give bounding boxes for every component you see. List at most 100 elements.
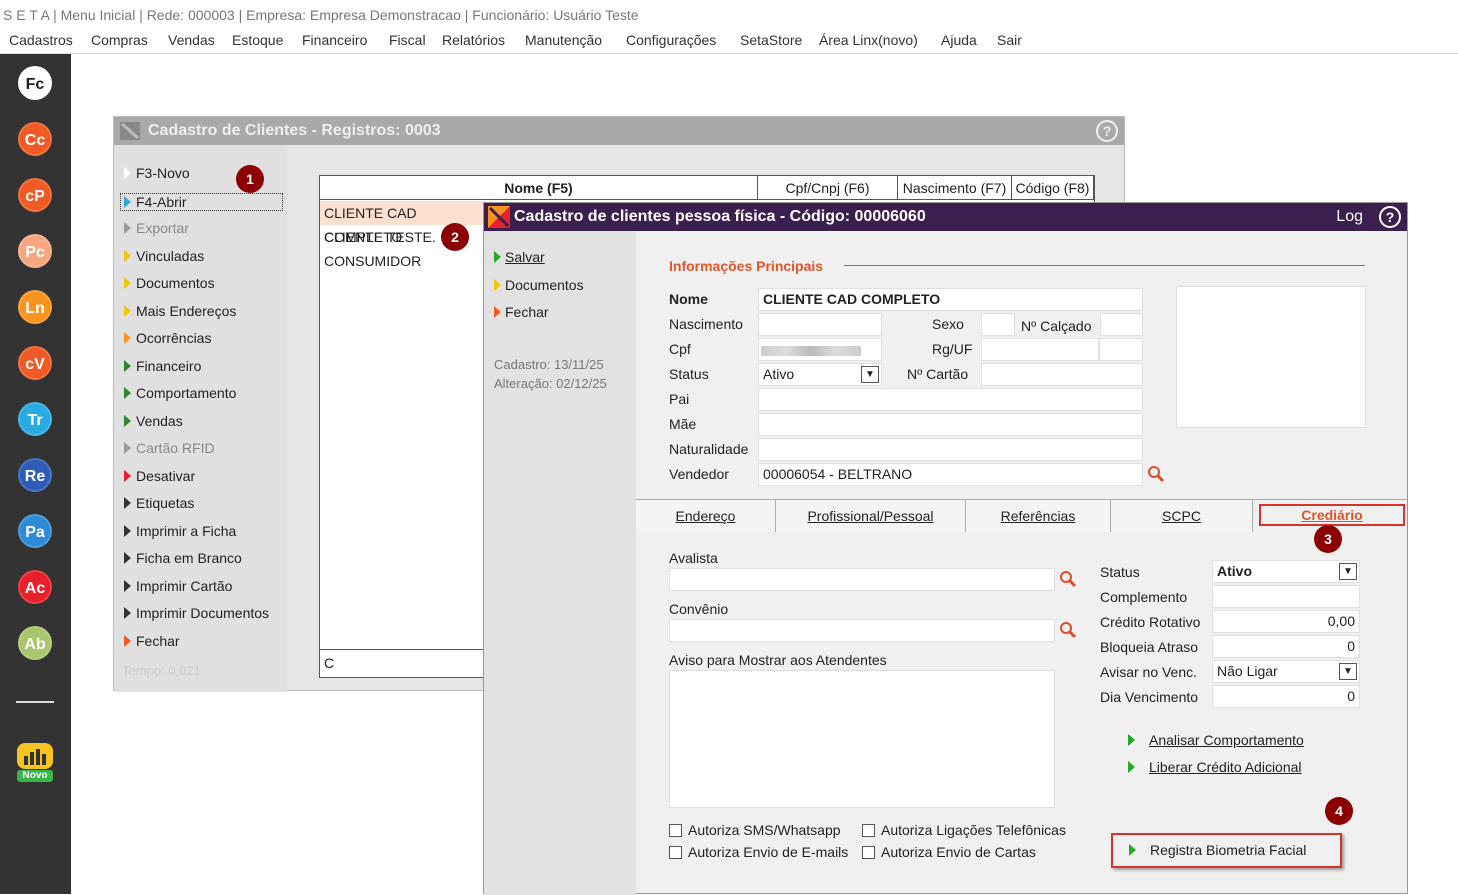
tab-referencias[interactable]: Referências [966,500,1111,532]
sidebar-item-f3-novo[interactable]: F3-Novo [124,165,190,181]
avisar-select[interactable]: Não Ligar ▼ [1212,660,1360,683]
calcado-field[interactable] [1100,313,1143,336]
sidebar-item-imprimir-a-ficha[interactable]: Imprimir a Ficha [124,523,236,539]
sidebar-item-desativar[interactable]: Desativar [124,468,195,484]
col-cpf[interactable]: Cpf/Cnpj (F6) [758,176,898,200]
help-icon[interactable]: ? [1096,120,1118,142]
app-icon-ab[interactable]: Ab [18,626,52,660]
menu-financeiro[interactable]: Financeiro [302,32,367,48]
sidebar-item-imprimir-documentos[interactable]: Imprimir Documentos [124,605,269,621]
photo-box[interactable] [1176,286,1366,428]
analisar-link[interactable]: Analisar Comportamento [1128,732,1304,748]
nome-field[interactable]: CLIENTE CAD COMPLETO [758,288,1143,311]
menu-area-linx[interactable]: Área Linx(novo) [819,32,918,48]
app-icon-fc[interactable]: Fc [18,66,52,100]
sexo-field[interactable] [981,313,1015,336]
cred-status-select[interactable]: Ativo ▼ [1212,560,1360,583]
credito-field[interactable]: 0,00 [1212,610,1360,633]
search-input[interactable]: C [320,649,485,676]
mae-field[interactable] [758,413,1143,436]
checkbox-icon[interactable] [669,846,682,859]
sidebar-item-imprimir-cart-o[interactable]: Imprimir Cartão [124,578,232,594]
col-codigo[interactable]: Código (F8) [1012,176,1094,200]
dia-field[interactable]: 0 [1212,685,1360,708]
cartao-field[interactable] [981,363,1143,386]
naturalidade-field[interactable] [758,438,1143,461]
rg-field[interactable] [981,338,1099,361]
sidebar-item-vinculadas[interactable]: Vinculadas [124,248,204,264]
fechar-action[interactable]: Fechar [494,304,549,320]
search-icon[interactable] [1059,621,1077,639]
log-button[interactable]: Log [1336,203,1363,231]
tab-scpc[interactable]: SCPC [1111,500,1253,532]
menu-estoque[interactable]: Estoque [232,32,283,48]
search-icon[interactable] [1147,465,1165,483]
table-row[interactable]: CLIENTE CAD COMPLETO [320,201,485,245]
sidebar-item-mais-endere-os[interactable]: Mais Endereços [124,303,236,319]
help-icon[interactable]: ? [1379,206,1401,228]
menu-setastore[interactable]: SetaStore [740,32,802,48]
chevron-down-icon[interactable]: ▼ [1339,563,1357,580]
vendedor-field[interactable]: 00006054 - BELTRANO [758,463,1143,486]
aviso-textarea[interactable] [669,670,1055,808]
menu-manutencao[interactable]: Manutenção [525,32,602,48]
app-icon-pa[interactable]: Pa [18,514,52,548]
app-icon-re[interactable]: Re [18,458,52,492]
app-icon-tr[interactable]: Tr [18,402,52,436]
sidebar-item-vendas[interactable]: Vendas [124,413,183,429]
chevron-down-icon[interactable]: ▼ [861,366,879,383]
nascimento-field[interactable] [758,313,882,336]
menu-relatorios[interactable]: Relatórios [442,32,505,48]
checkbox-icon[interactable] [862,846,875,859]
sms-checkbox[interactable]: Autoriza SMS/Whatsapp [669,822,841,838]
ligacoes-checkbox[interactable]: Autoriza Ligações Telefônicas [862,822,1066,838]
sidebar-item-documentos[interactable]: Documentos [124,275,215,291]
pai-field[interactable] [758,388,1143,411]
sidebar-item-f4-abrir[interactable]: F4-Abrir [120,193,283,211]
biometria-button[interactable]: Registra Biometria Facial [1111,833,1342,868]
convenio-field[interactable] [669,619,1055,642]
menu-fiscal[interactable]: Fiscal [389,32,426,48]
col-nome[interactable]: Nome (F5) [320,176,758,200]
cartas-checkbox[interactable]: Autoriza Envio de Cartas [862,844,1036,860]
menu-cadastros[interactable]: Cadastros [9,32,73,48]
col-nascimento[interactable]: Nascimento (F7) [898,176,1012,200]
sidebar-item-ficha-em-branco[interactable]: Ficha em Branco [124,550,242,566]
uf-field[interactable] [1099,338,1143,361]
app-icon-pc[interactable]: Pc [18,234,52,268]
app-icon-cc[interactable]: Cc [18,122,52,156]
sidebar-item-etiquetas[interactable]: Etiquetas [124,495,194,511]
sidebar-item-cart-o-rfid[interactable]: Cartão RFID [124,440,215,456]
tab-profissional[interactable]: Profissional/Pessoal [776,500,966,532]
sidebar-item-financeiro[interactable]: Financeiro [124,358,201,374]
salvar-action[interactable]: Salvar [494,249,545,265]
liberar-link[interactable]: Liberar Crédito Adicional [1128,759,1302,775]
chevron-down-icon[interactable]: ▼ [1339,663,1357,680]
complemento-field[interactable] [1212,585,1360,608]
sidebar-item-comportamento[interactable]: Comportamento [124,385,236,401]
app-icon-ln[interactable]: Ln [18,290,52,324]
search-icon[interactable] [1059,570,1077,588]
menu-compras[interactable]: Compras [91,32,148,48]
sidebar-item-exportar[interactable]: Exportar [124,220,189,236]
documentos-action[interactable]: Documentos [494,277,584,293]
avalista-field[interactable] [669,568,1055,591]
menu-vendas[interactable]: Vendas [168,32,215,48]
app-icon-cv[interactable]: cV [18,346,52,380]
menu-configuracoes[interactable]: Configurações [626,32,716,48]
app-icon-ac[interactable]: Ac [18,570,52,604]
checkbox-icon[interactable] [669,824,682,837]
cpf-field[interactable] [758,338,882,361]
checkbox-icon[interactable] [862,824,875,837]
sidebar-item-fechar[interactable]: Fechar [124,633,180,649]
menu-sair[interactable]: Sair [997,32,1022,48]
app-icon-cp[interactable]: cP [18,178,52,212]
emails-checkbox[interactable]: Autoriza Envio de E-mails [669,844,848,860]
status-select[interactable]: Ativo ▼ [758,363,882,386]
tab-endereco[interactable]: Endereço [636,500,776,532]
menu-ajuda[interactable]: Ajuda [941,32,977,48]
bloqueia-field[interactable]: 0 [1212,635,1360,658]
sidebar-item-ocorr-ncias[interactable]: Ocorrências [124,330,211,346]
chart-app-icon[interactable]: Novo [15,741,55,783]
table-row[interactable]: CONSUMIDOR [320,249,485,273]
